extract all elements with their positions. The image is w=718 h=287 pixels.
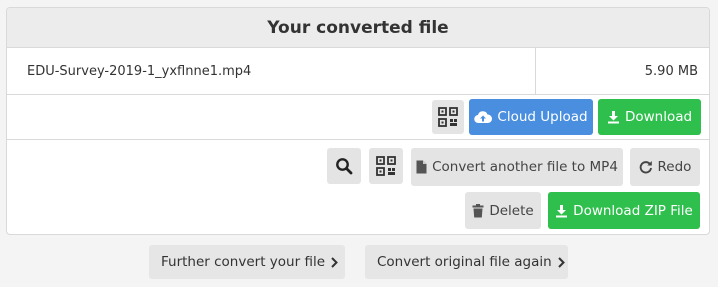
search-button[interactable] xyxy=(327,148,361,184)
secondary-actions-area: Convert another file to MP4 Redo Delete xyxy=(7,140,709,234)
redo-button[interactable]: Redo xyxy=(630,148,700,186)
download-zip-button[interactable]: Download ZIP File xyxy=(548,192,700,229)
convert-again-button[interactable]: Convert original file again xyxy=(365,245,568,279)
cloud-upload-button[interactable]: Cloud Upload xyxy=(469,99,593,135)
further-convert-button[interactable]: Further convert your file xyxy=(149,245,345,279)
download-label: Download xyxy=(624,109,693,125)
download-button[interactable]: Download xyxy=(598,99,701,135)
qr-code-icon xyxy=(438,107,458,127)
file-name: EDU-Survey-2019-1_yxflnne1.mp4 xyxy=(7,48,536,94)
cloud-upload-label: Cloud Upload xyxy=(497,109,588,125)
file-row: EDU-Survey-2019-1_yxflnne1.mp4 5.90 MB xyxy=(7,48,709,95)
search-icon xyxy=(335,157,353,175)
chevron-right-icon xyxy=(557,256,565,268)
delete-label: Delete xyxy=(489,202,534,219)
convert-another-button[interactable]: Convert another file to MP4 xyxy=(411,148,623,186)
convert-again-label: Convert original file again xyxy=(377,254,552,270)
further-convert-label: Further convert your file xyxy=(161,254,326,270)
trash-icon xyxy=(472,203,484,218)
converted-file-panel: Your converted file EDU-Survey-2019-1_yx… xyxy=(6,7,710,235)
download-icon xyxy=(607,110,620,124)
qr-code-button[interactable] xyxy=(432,100,464,134)
panel-title: Your converted file xyxy=(7,8,709,48)
primary-actions-row: Cloud Upload Download xyxy=(7,96,709,140)
cloud-upload-icon xyxy=(474,110,493,124)
qr-code-icon xyxy=(376,156,396,176)
file-size: 5.90 MB xyxy=(644,63,698,79)
download-zip-label: Download ZIP File xyxy=(573,202,693,219)
download-icon xyxy=(555,204,568,218)
redo-icon xyxy=(639,160,653,174)
delete-button[interactable]: Delete xyxy=(465,192,541,229)
chevron-right-icon xyxy=(331,256,338,268)
redo-label: Redo xyxy=(657,159,692,175)
qr-code-button-secondary[interactable] xyxy=(369,148,403,184)
convert-another-label: Convert another file to MP4 xyxy=(432,159,618,175)
file-icon xyxy=(416,160,427,174)
